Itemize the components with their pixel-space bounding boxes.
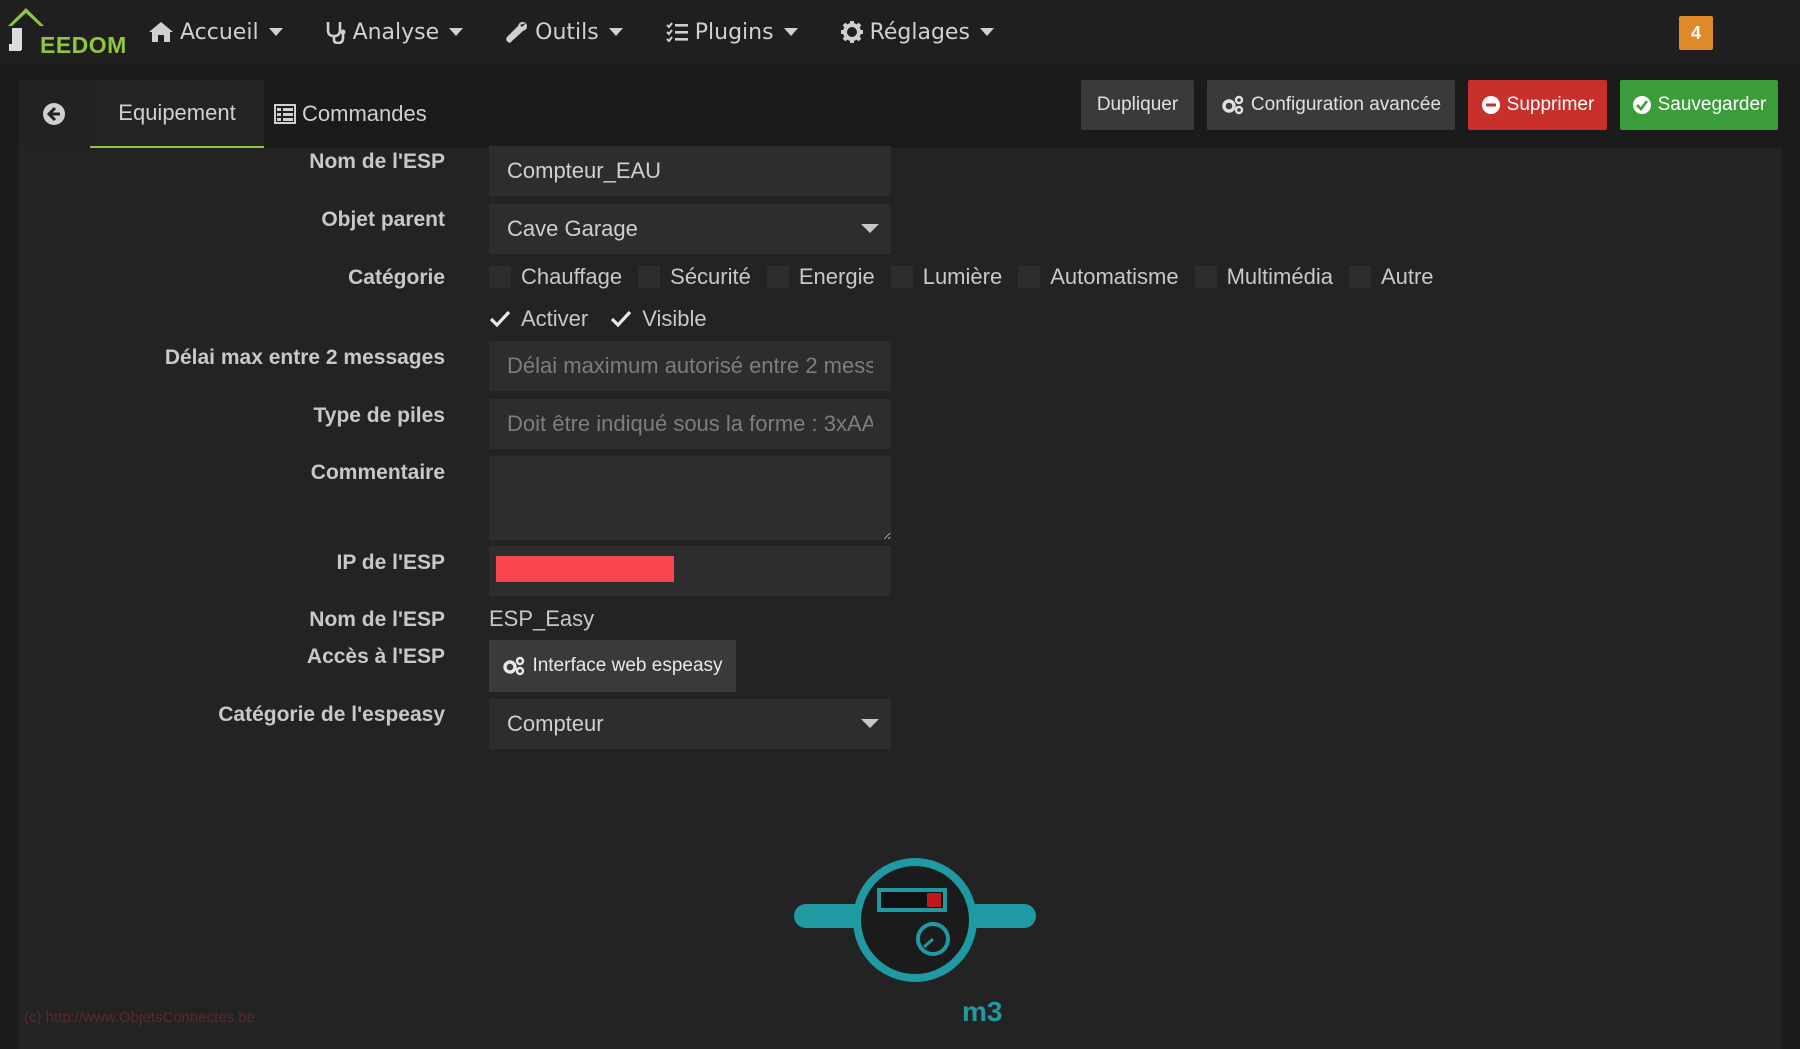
category-automatisme[interactable]: Automatisme (1018, 264, 1179, 290)
checkbox[interactable] (638, 266, 661, 288)
category-lumiere[interactable]: Lumière (890, 264, 1003, 290)
check-icon (489, 310, 511, 328)
menu-outils[interactable]: Outils (505, 0, 623, 64)
category-chauffage[interactable]: Chauffage (489, 264, 622, 290)
tab-commandes[interactable]: Commandes (274, 80, 454, 148)
menu-accueil-label: Accueil (180, 19, 259, 45)
checkbox[interactable] (489, 266, 511, 288)
nom-esp-input[interactable] (489, 146, 891, 196)
label-categorie-espeasy: Catégorie de l'espeasy (218, 703, 445, 726)
chevron-down-icon (268, 28, 283, 36)
visible-checkbox[interactable]: Visible (610, 306, 707, 332)
menu-analyse[interactable]: Analyse (325, 0, 464, 64)
back-button[interactable] (18, 80, 90, 148)
delete-button[interactable]: Supprimer (1468, 80, 1607, 130)
categorie-espeasy-value: Compteur (507, 711, 604, 736)
ip-esp-field[interactable] (489, 546, 891, 596)
water-meter-icon (794, 858, 1036, 982)
category-label: Chauffage (521, 264, 623, 289)
label-categorie: Catégorie (348, 266, 445, 289)
checkbox[interactable] (1018, 266, 1041, 288)
save-button[interactable]: Sauvegarder (1620, 80, 1778, 130)
duplicate-button[interactable]: Dupliquer (1081, 80, 1194, 130)
check-circle-icon (1632, 96, 1651, 114)
menu-plugins[interactable]: Plugins (665, 0, 798, 64)
chevron-down-icon (861, 224, 879, 233)
web-interface-label: Interface web espeasy (532, 655, 723, 676)
chevron-down-icon (783, 28, 798, 36)
menu-outils-label: Outils (535, 19, 599, 45)
label-nom-esp-device: Nom de l'ESP (309, 608, 445, 631)
jeedom-logo[interactable]: EEDOM (6, 4, 126, 58)
category-checkboxes: Chauffage Sécurité Energie Lumière Autom… (489, 264, 1450, 290)
category-label: Autre (1380, 264, 1434, 289)
category-label: Lumière (922, 264, 1003, 289)
menu-reglages-label: Réglages (869, 19, 970, 45)
label-objet-parent: Objet parent (321, 208, 445, 231)
advanced-config-label: Configuration avancée (1250, 94, 1442, 115)
watermark: (c) http://www.ObjetsConnectes.be (24, 1009, 255, 1026)
delete-label: Supprimer (1506, 94, 1595, 115)
minus-circle-icon (1481, 96, 1500, 114)
activer-label: Activer (521, 306, 589, 331)
category-label: Multimédia (1226, 264, 1333, 289)
tab-equipement[interactable]: Equipement (90, 80, 264, 148)
chevron-down-icon (979, 28, 994, 36)
check-icon (611, 310, 632, 328)
objet-parent-select[interactable]: Cave Garage (489, 204, 891, 254)
redaction-mask (496, 556, 674, 582)
tab-commandes-label: Commandes (302, 101, 427, 126)
gear-icon (840, 21, 863, 43)
main-menu: Accueil Analyse Outils Plugins Réglages (148, 0, 1036, 64)
list-icon (666, 22, 688, 43)
label-commentaire: Commentaire (310, 461, 445, 484)
unit-label: m3 (962, 996, 1003, 1027)
delai-input[interactable] (489, 341, 891, 391)
categorie-espeasy-select[interactable]: Compteur (489, 699, 891, 749)
menu-reglages[interactable]: Réglages (840, 0, 994, 64)
commentaire-textarea[interactable] (489, 456, 891, 540)
notification-badge[interactable]: 4 (1679, 16, 1713, 50)
menu-analyse-label: Analyse (352, 19, 440, 45)
table-list-icon (274, 104, 296, 124)
label-delai: Délai max entre 2 messages (164, 346, 445, 369)
label-ip-esp: IP de l'ESP (336, 551, 446, 574)
category-autre[interactable]: Autre (1348, 264, 1434, 290)
label-acces-esp: Accès à l'ESP (306, 645, 445, 668)
label-nom-esp: Nom de l'ESP (309, 150, 445, 173)
checkbox[interactable] (890, 266, 913, 288)
type-piles-input[interactable] (489, 399, 891, 449)
checkbox[interactable] (1348, 266, 1371, 288)
visible-label: Visible (642, 306, 707, 331)
category-label: Sécurité (670, 264, 751, 289)
web-interface-button[interactable]: Interface web espeasy (489, 640, 736, 692)
category-energie[interactable]: Energie (766, 264, 875, 290)
arrow-left-circle-icon (43, 103, 65, 125)
logo-text: EEDOM (40, 32, 127, 58)
stethoscope-icon (326, 22, 346, 44)
advanced-config-button[interactable]: Configuration avancée (1207, 80, 1455, 130)
state-checkboxes: Activer Visible (489, 306, 729, 332)
chevron-down-icon (608, 28, 623, 36)
nom-esp-value: ESP_Easy (489, 606, 595, 631)
activer-checkbox[interactable]: Activer (489, 306, 588, 332)
save-label: Sauvegarder (1657, 94, 1767, 115)
wrench-icon (506, 22, 528, 43)
menu-plugins-label: Plugins (694, 19, 774, 45)
checkbox[interactable] (766, 266, 789, 288)
checkbox[interactable] (1194, 266, 1217, 288)
category-securite[interactable]: Sécurité (638, 264, 751, 290)
category-multimedia[interactable]: Multimédia (1194, 264, 1333, 290)
home-icon (149, 22, 173, 42)
category-label: Automatisme (1050, 264, 1179, 289)
cogs-icon (1222, 95, 1244, 115)
chevron-down-icon (449, 28, 464, 36)
chevron-down-icon (861, 719, 879, 728)
category-label: Energie (798, 264, 875, 289)
label-type-piles: Type de piles (313, 404, 446, 427)
objet-parent-value: Cave Garage (507, 216, 638, 241)
cogs-icon (503, 656, 525, 676)
top-navbar: EEDOM Accueil Analyse Outils Plugins Rég… (0, 0, 1800, 64)
menu-accueil[interactable]: Accueil (148, 0, 283, 64)
